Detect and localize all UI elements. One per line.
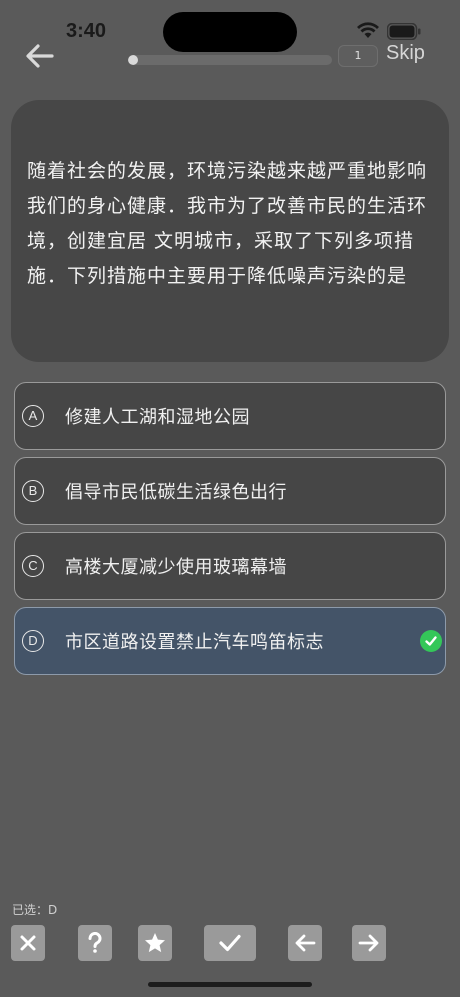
progress-fill	[128, 55, 139, 65]
wifi-icon	[357, 22, 379, 38]
option-letter: B	[22, 480, 44, 502]
option-c[interactable]: C 高楼大厦减少使用玻璃幕墙	[14, 532, 446, 600]
selected-answer-label: 已选：D	[12, 903, 58, 917]
option-letter: C	[22, 555, 44, 577]
dynamic-island	[163, 12, 297, 52]
progress-bar	[128, 55, 332, 65]
question-counter: 1	[338, 45, 378, 67]
question-card: 随着社会的发展，环境污染越来越严重地影响我们的身心健康．我市为了改善市民的生活环…	[11, 100, 449, 362]
option-d[interactable]: D 市区道路设置禁止汽车鸣笛标志	[14, 607, 446, 675]
option-letter: D	[22, 630, 44, 652]
screen: 3:40 1 Skip 随着社会的发展，环境污染越来越严重地影响我们的身心健康．…	[0, 0, 460, 997]
check-icon	[219, 934, 241, 952]
arrow-left-icon	[295, 934, 316, 952]
skip-button[interactable]: Skip	[386, 42, 425, 65]
option-a[interactable]: A 修建人工湖和湿地公园	[14, 382, 446, 450]
help-button[interactable]	[78, 925, 112, 961]
option-text: 倡导市民低碳生活绿色出行	[65, 482, 287, 503]
next-button[interactable]	[352, 925, 386, 961]
back-arrow-icon[interactable]	[24, 42, 56, 70]
favorite-button[interactable]	[138, 925, 172, 961]
arrow-right-icon	[358, 934, 379, 952]
help-icon	[88, 932, 102, 953]
home-indicator	[148, 982, 312, 987]
previous-button[interactable]	[288, 925, 322, 961]
star-icon	[145, 933, 165, 953]
question-text: 随着社会的发展，环境污染越来越严重地影响我们的身心健康．我市为了改善市民的生活环…	[27, 160, 428, 287]
option-text: 高楼大厦减少使用玻璃幕墙	[65, 557, 287, 578]
submit-button[interactable]	[204, 925, 256, 961]
option-text: 修建人工湖和湿地公园	[65, 407, 250, 428]
close-button[interactable]	[11, 925, 45, 961]
correct-check-icon	[420, 630, 442, 652]
option-b[interactable]: B 倡导市民低碳生活绿色出行	[14, 457, 446, 525]
status-time: 3:40	[66, 20, 107, 42]
close-icon	[20, 935, 36, 951]
option-letter: A	[22, 405, 44, 427]
battery-icon	[387, 23, 421, 40]
option-text: 市区道路设置禁止汽车鸣笛标志	[65, 632, 324, 653]
